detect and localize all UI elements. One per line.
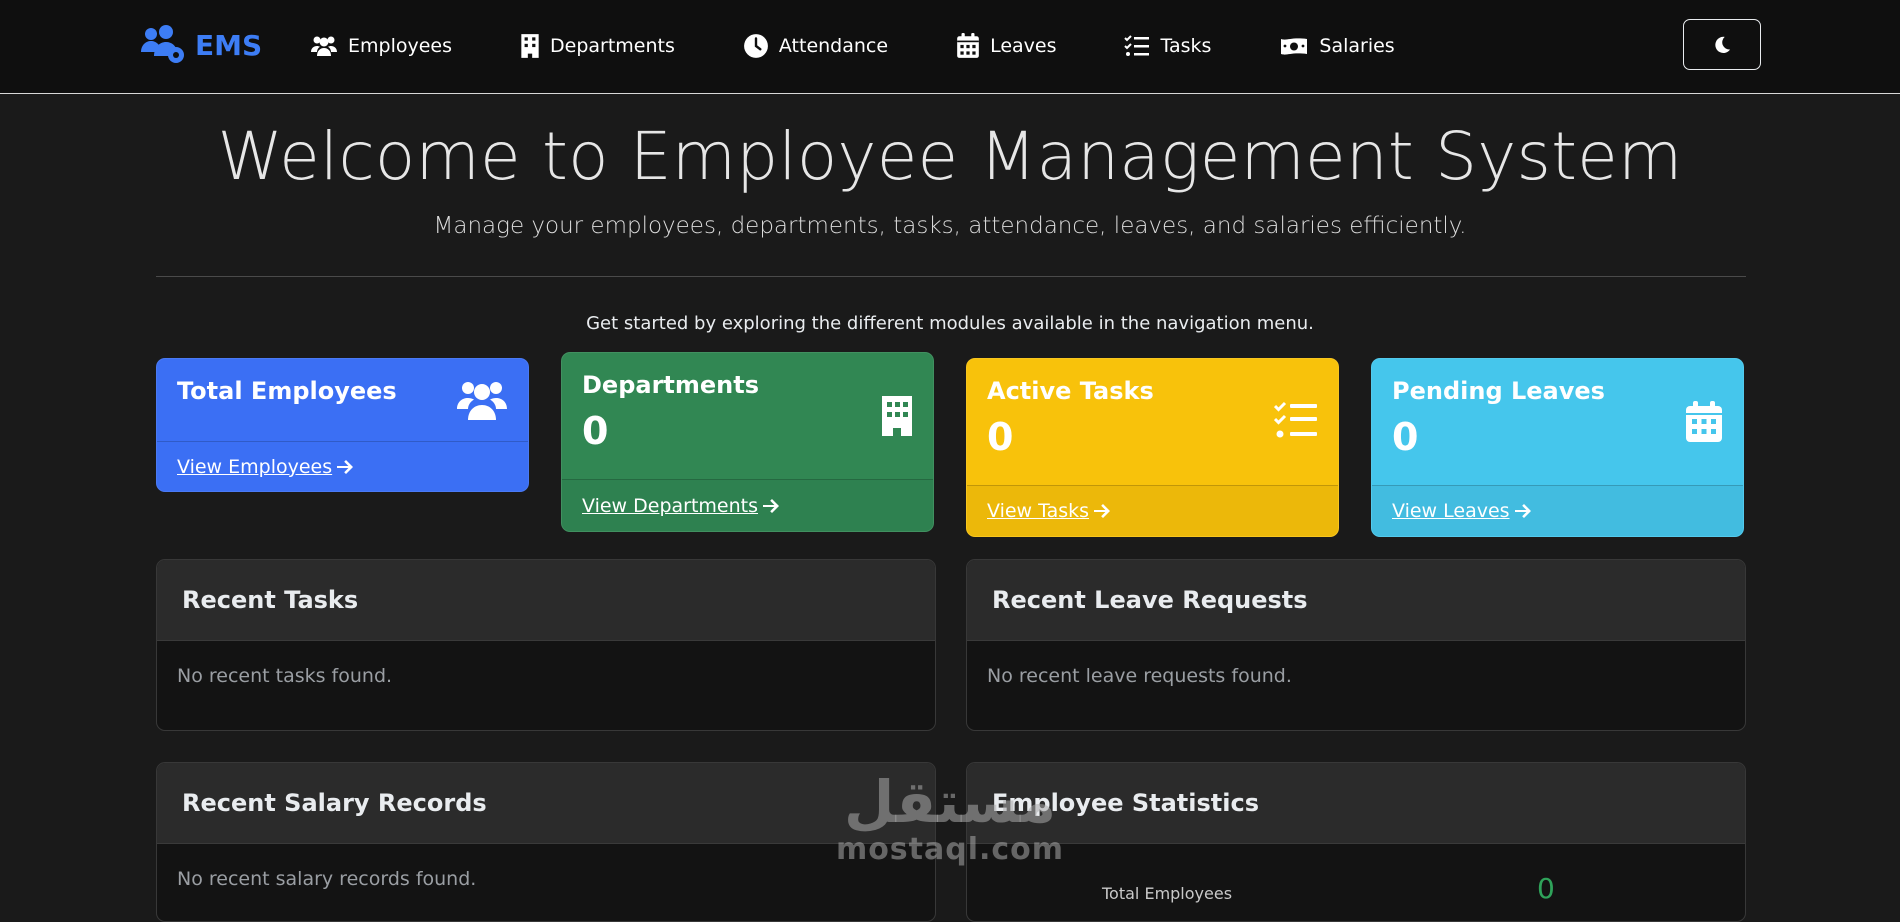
view-tasks-link[interactable]: View Tasks xyxy=(987,500,1111,522)
card-footer: View Departments xyxy=(562,479,933,531)
nav-label: Employees xyxy=(348,35,452,57)
card-title: Departments xyxy=(582,371,760,399)
money-icon xyxy=(1281,38,1308,55)
employee-statistics-panel: Employee Statistics Total Employees 0 xyxy=(966,762,1746,922)
users-icon xyxy=(456,379,508,425)
arrow-right-icon xyxy=(763,498,780,513)
building-icon xyxy=(521,34,539,58)
nav-label: Salaries xyxy=(1319,35,1395,57)
nav-label: Leaves xyxy=(990,35,1057,57)
stat-value: 0 xyxy=(1537,872,1555,905)
nav-item-tasks[interactable]: Tasks xyxy=(1124,33,1211,59)
card-count: 0 xyxy=(1392,415,1419,459)
nav-label: Departments xyxy=(550,35,675,57)
arrow-right-icon xyxy=(1094,504,1111,518)
view-departments-link[interactable]: View Departments xyxy=(582,495,780,517)
view-employees-link[interactable]: View Employees xyxy=(177,456,354,478)
building-icon xyxy=(881,395,913,441)
card-total-employees: Total Employees View Employees xyxy=(156,358,529,492)
card-footer: View Tasks xyxy=(967,485,1338,536)
stat-label: Total Employees xyxy=(1102,884,1233,903)
card-count: 0 xyxy=(582,409,609,453)
calendar-icon xyxy=(1685,401,1723,447)
card-departments: Departments 0 View Departments xyxy=(561,352,934,532)
recent-leave-requests-panel: Recent Leave Requests No recent leave re… xyxy=(966,559,1746,731)
page-title: Welcome to Employee Management System xyxy=(217,118,1683,195)
nav-menu: Employees Departments Attendance Leaves … xyxy=(310,26,1463,66)
page-subtitle: Manage your employees, departments, task… xyxy=(433,213,1467,239)
link-label: View Tasks xyxy=(987,500,1090,522)
link-label: View Employees xyxy=(177,455,333,478)
empty-message: No recent salary records found. xyxy=(177,868,477,890)
nav-label: Attendance xyxy=(778,35,889,57)
arrow-right-icon xyxy=(1514,504,1531,518)
card-pending-leaves: Pending Leaves 0 View Leaves xyxy=(1371,358,1744,537)
card-title: Active Tasks xyxy=(987,377,1154,405)
link-label: View Departments xyxy=(582,494,759,517)
nav-item-salaries[interactable]: Salaries xyxy=(1279,33,1395,59)
users-icon xyxy=(311,36,337,56)
nav-item-departments[interactable]: Departments xyxy=(520,33,675,59)
calendar-icon xyxy=(957,33,979,58)
brand-link[interactable]: EMS xyxy=(139,22,262,68)
view-leaves-link[interactable]: View Leaves xyxy=(1392,500,1532,522)
moon-icon xyxy=(1715,36,1731,53)
panel-title: Recent Leave Requests xyxy=(967,560,1745,641)
card-footer: View Employees xyxy=(157,441,528,491)
empty-message: No recent leave requests found. xyxy=(987,665,1292,687)
panel-title: Recent Salary Records xyxy=(157,763,935,844)
recent-tasks-panel: Recent Tasks No recent tasks found. xyxy=(156,559,936,731)
panel-title: Employee Statistics xyxy=(967,763,1745,844)
nav-item-leaves[interactable]: Leaves xyxy=(956,33,1056,59)
arrow-right-icon xyxy=(337,459,354,474)
stat-row: Total Employees 0 xyxy=(967,872,1745,912)
card-count: 0 xyxy=(987,415,1014,459)
nav-item-employees[interactable]: Employees xyxy=(310,33,452,59)
clock-icon xyxy=(743,34,768,58)
link-label: View Leaves xyxy=(1392,500,1510,522)
card-title: Pending Leaves xyxy=(1392,377,1605,405)
recent-salary-records-panel: Recent Salary Records No recent salary r… xyxy=(156,762,936,922)
card-footer: View Leaves xyxy=(1372,485,1743,536)
card-active-tasks: Active Tasks 0 View Tasks xyxy=(966,358,1339,537)
nav-label: Tasks xyxy=(1160,35,1212,57)
panel-title: Recent Tasks xyxy=(157,560,935,641)
hint-text: Get started by exploring the different m… xyxy=(586,313,1314,334)
navbar: EMS Employees Departments Attendance Lea… xyxy=(0,0,1900,94)
nav-item-attendance[interactable]: Attendance xyxy=(743,33,888,59)
tasks-icon xyxy=(1124,35,1150,56)
theme-toggle-button[interactable] xyxy=(1683,19,1761,70)
empty-message: No recent tasks found. xyxy=(177,665,393,687)
divider xyxy=(156,276,1746,277)
brand-text: EMS xyxy=(195,28,263,62)
users-cog-icon xyxy=(141,25,184,63)
tasks-icon xyxy=(1273,401,1318,443)
